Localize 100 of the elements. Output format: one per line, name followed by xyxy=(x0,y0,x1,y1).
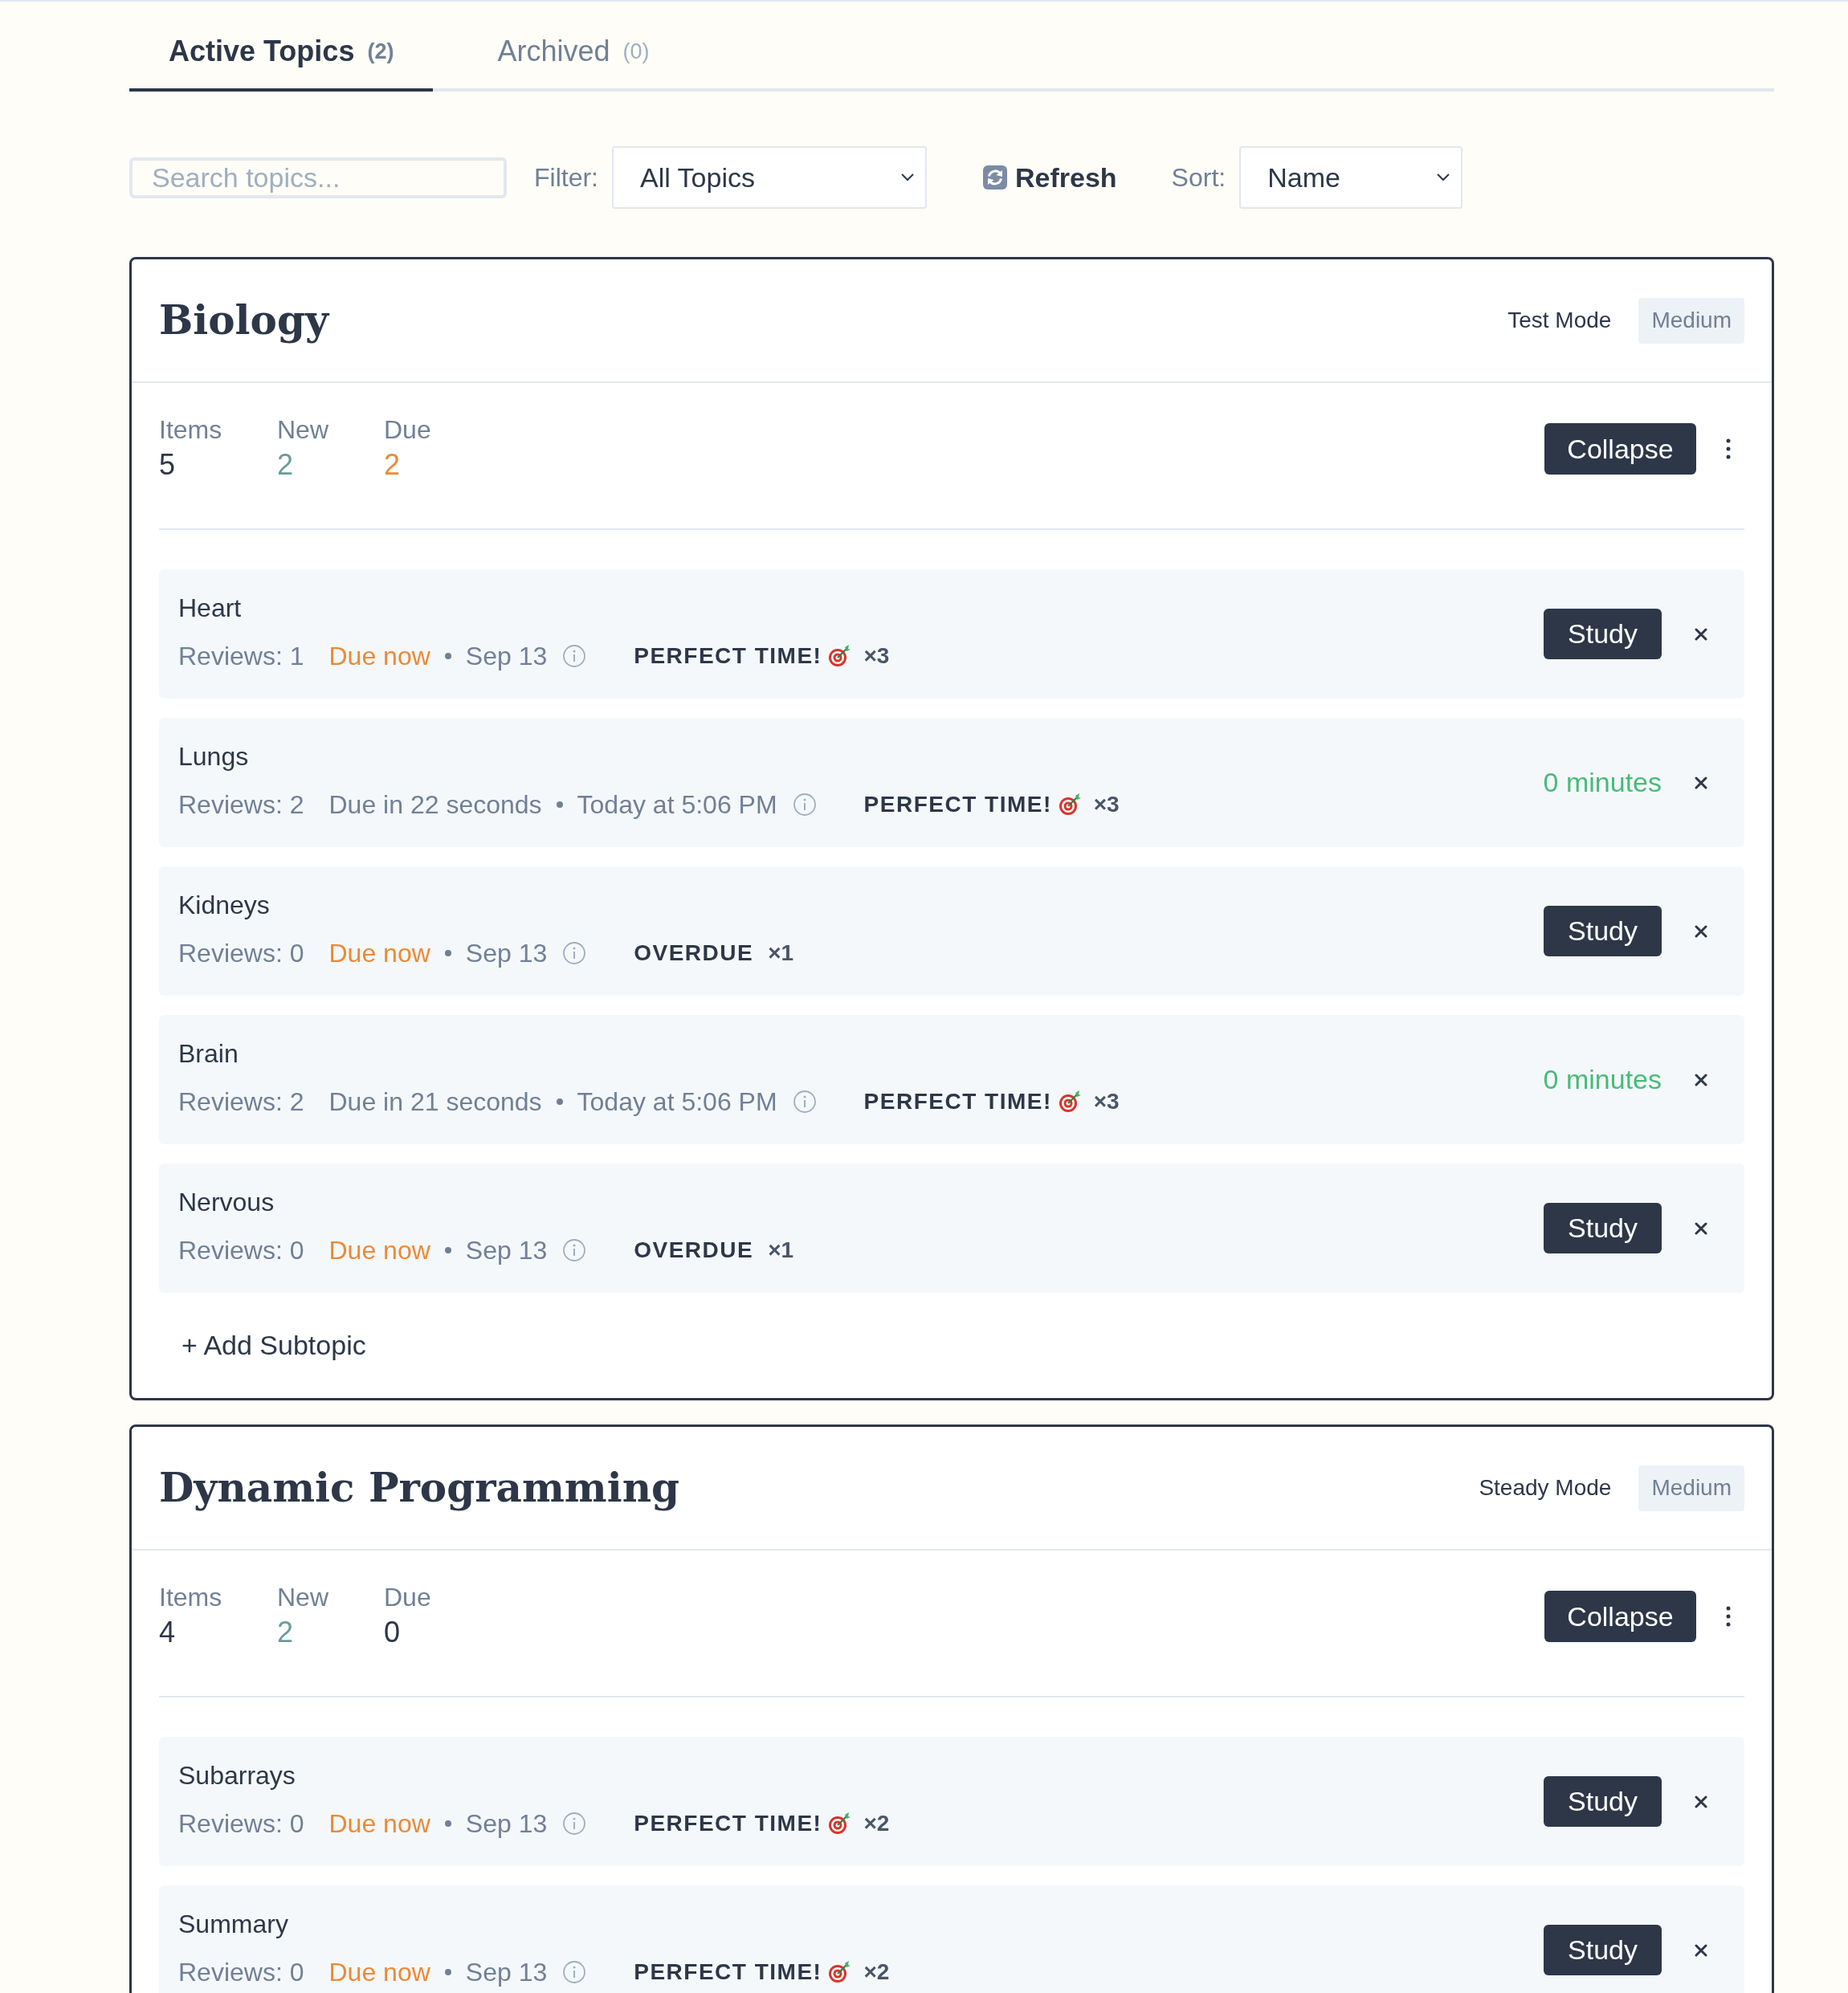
close-icon xyxy=(1695,1795,1707,1808)
multiplier-count: ×1 xyxy=(768,939,794,967)
review-count: Reviews: 1 xyxy=(178,640,304,672)
tab[interactable]: Archived (0) xyxy=(458,2,689,92)
mode-label: Test Mode xyxy=(1507,307,1612,334)
due-date: Sep 13 xyxy=(465,1808,548,1840)
review-count: Reviews: 0 xyxy=(178,1234,304,1266)
due-status: Due now xyxy=(328,1808,430,1840)
review-count: Reviews: 0 xyxy=(178,937,304,969)
chevron-down-icon xyxy=(1437,173,1450,181)
info-icon xyxy=(793,793,816,816)
close-icon xyxy=(1695,924,1707,938)
time-remaining: 0 minutes xyxy=(1543,1063,1662,1096)
collapse-button[interactable]: Collapse xyxy=(1544,423,1696,475)
difficulty-badge: Medium xyxy=(1638,297,1744,344)
subtopic-name: Kidneys xyxy=(178,889,271,921)
multiplier-count: ×3 xyxy=(1093,790,1120,818)
due-date: Sep 13 xyxy=(465,640,548,672)
chevron-down-icon xyxy=(901,173,914,181)
stat-label: Items xyxy=(159,414,223,446)
close-icon xyxy=(1695,1073,1707,1086)
close-icon xyxy=(1695,1943,1707,1957)
topic-title: Dynamic Programming xyxy=(159,1464,680,1512)
timing-label: PERFECT TIME! xyxy=(634,642,822,670)
timing-label: OVERDUE xyxy=(634,939,754,967)
sort-select[interactable]: Name xyxy=(1239,146,1463,209)
due-status: Due in 22 seconds xyxy=(328,789,542,821)
due-date: Today at 5:06 PM xyxy=(577,789,777,821)
dart-target-icon xyxy=(828,1960,851,1983)
multiplier-count: ×3 xyxy=(1093,1087,1120,1115)
timing-label: PERFECT TIME! xyxy=(634,1809,822,1837)
search-field[interactable]: Search topics... xyxy=(129,157,507,198)
info-icon xyxy=(563,1238,586,1261)
dart-target-icon xyxy=(828,644,851,667)
stat-value: 4 xyxy=(159,1615,177,1650)
due-status: Due now xyxy=(328,1234,430,1266)
due-status: Due now xyxy=(328,1956,430,1988)
subtopic-name: Subarrays xyxy=(178,1759,296,1791)
study-button[interactable]: Study xyxy=(1544,1925,1662,1975)
due-status: Due in 21 seconds xyxy=(328,1086,542,1118)
more-options-icon xyxy=(1726,1606,1731,1627)
timing-label: PERFECT TIME! xyxy=(863,1087,1052,1115)
dart-target-icon xyxy=(1058,1090,1081,1113)
close-icon xyxy=(1695,1221,1707,1235)
review-count: Reviews: 2 xyxy=(178,1086,304,1118)
filter-select[interactable]: All Topics xyxy=(612,146,927,209)
subtopic-name: Summary xyxy=(178,1908,289,1940)
due-date: Sep 13 xyxy=(465,1956,548,1988)
timing-label: PERFECT TIME! xyxy=(634,1958,822,1986)
add-subtopic-button[interactable]: + Add Subtopic xyxy=(159,1323,389,1367)
dart-target-icon xyxy=(828,1812,851,1835)
info-icon xyxy=(563,1960,586,1983)
subtopic-name: Nervous xyxy=(178,1186,275,1218)
dart-target-icon xyxy=(1058,793,1081,816)
stat-label: Due xyxy=(384,1582,431,1613)
study-button[interactable]: Study xyxy=(1544,906,1662,956)
info-icon xyxy=(563,1812,586,1835)
timing-label: PERFECT TIME! xyxy=(863,790,1052,818)
multiplier-count: ×1 xyxy=(768,1236,794,1264)
subtopic-name: Lungs xyxy=(178,740,250,772)
stat-value: 0 xyxy=(384,1615,402,1650)
info-icon xyxy=(563,941,586,964)
tab[interactable]: Active Topics (2) xyxy=(129,2,434,92)
stat-value: 2 xyxy=(277,447,295,483)
due-date: Sep 13 xyxy=(465,937,548,969)
mode-label: Steady Mode xyxy=(1479,1474,1612,1502)
study-button[interactable]: Study xyxy=(1544,1203,1662,1253)
stat-label: Items xyxy=(159,1582,223,1613)
time-remaining: 0 minutes xyxy=(1543,766,1662,799)
stat-label: New xyxy=(277,414,329,446)
refresh-button[interactable]: Refresh xyxy=(983,157,1117,198)
topic-title: Biology xyxy=(159,296,328,344)
stat-value: 2 xyxy=(384,447,402,483)
close-icon xyxy=(1695,776,1707,789)
due-status: Due now xyxy=(328,937,430,969)
due-date: Sep 13 xyxy=(465,1234,548,1266)
due-date: Today at 5:06 PM xyxy=(577,1086,777,1118)
timing-label: OVERDUE xyxy=(634,1236,754,1264)
subtopic-name: Heart xyxy=(178,592,243,624)
collapse-button[interactable]: Collapse xyxy=(1544,1591,1696,1642)
subtopic-name: Brain xyxy=(178,1037,239,1070)
study-button[interactable]: Study xyxy=(1544,1776,1662,1827)
stat-value: 5 xyxy=(159,447,177,483)
review-count: Reviews: 0 xyxy=(178,1956,304,1988)
info-icon xyxy=(563,644,586,667)
refresh-icon xyxy=(983,165,1007,190)
info-icon xyxy=(793,1090,816,1113)
sort-label: Sort: xyxy=(1171,162,1226,194)
multiplier-count: ×2 xyxy=(863,1809,890,1837)
review-count: Reviews: 2 xyxy=(178,789,304,821)
multiplier-count: ×2 xyxy=(863,1958,890,1986)
stat-label: Due xyxy=(384,414,431,446)
stat-label: New xyxy=(277,1582,329,1613)
close-icon xyxy=(1695,627,1707,641)
stat-value: 2 xyxy=(277,1615,295,1650)
filter-label: Filter: xyxy=(534,162,598,194)
review-count: Reviews: 0 xyxy=(178,1808,304,1840)
more-options-icon xyxy=(1726,438,1731,459)
difficulty-badge: Medium xyxy=(1638,1465,1744,1511)
study-button[interactable]: Study xyxy=(1544,609,1662,659)
